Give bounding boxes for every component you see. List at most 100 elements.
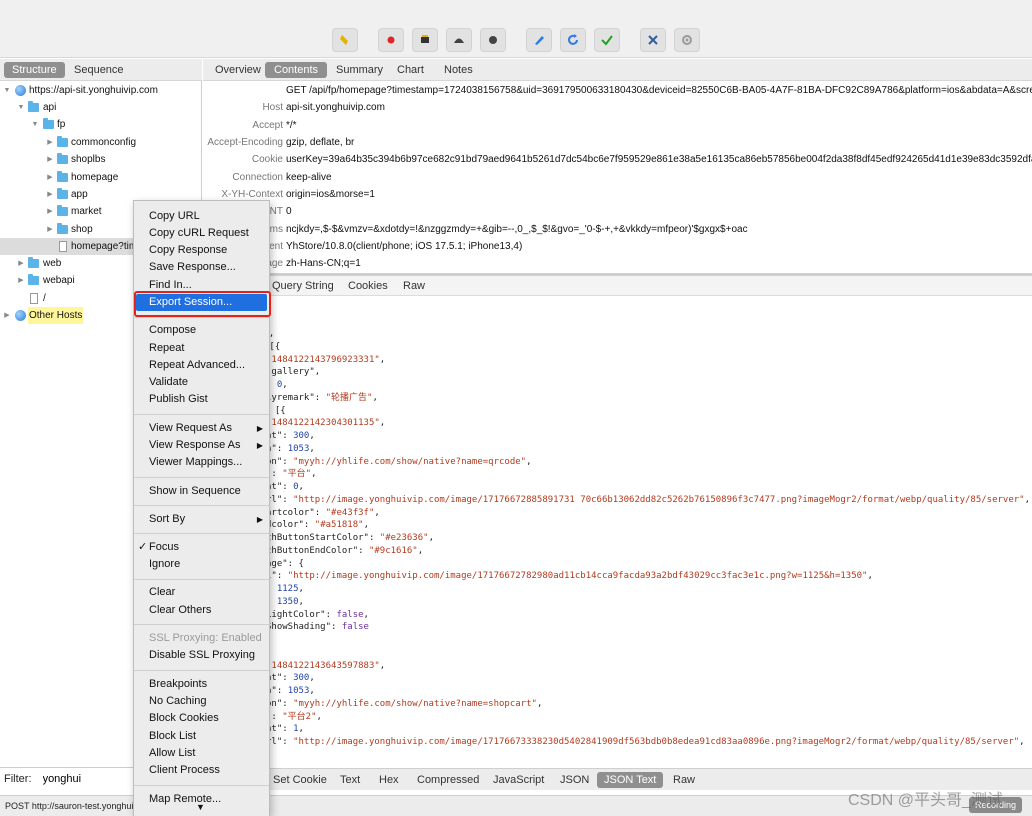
menu-disable-ssl-proxying[interactable]: Disable SSL Proxying — [134, 647, 269, 664]
menu-breakpoints[interactable]: Breakpoints — [134, 676, 269, 693]
header-row[interactable]: ent YhStore/10.8.0(client/phone; iOS 17.5… — [203, 238, 1032, 255]
menu-block-list[interactable]: Block List — [134, 728, 269, 745]
menu-sort-by[interactable]: Sort By ▶ — [134, 511, 269, 528]
json-line: lyremark": "轮播广告", — [266, 392, 378, 403]
menu-copy-url[interactable]: Copy URL — [134, 208, 269, 225]
tab-query-string[interactable]: Query String — [266, 278, 340, 294]
checkmark-icon: ✓ — [138, 541, 148, 553]
menu-validate[interactable]: Validate — [134, 374, 269, 391]
disclosure-open-icon[interactable]: ▼ — [3, 82, 11, 99]
header-value: */* — [286, 120, 297, 131]
tab-javascript[interactable]: JavaScript — [486, 772, 551, 788]
compose-icon[interactable] — [526, 28, 552, 52]
document-icon — [59, 241, 67, 252]
repeat-icon[interactable] — [560, 28, 586, 52]
breakpoint-icon[interactable] — [446, 28, 472, 52]
header-row[interactable]: Accept */* — [203, 117, 1032, 134]
disclosure-open-icon[interactable]: ▼ — [17, 99, 25, 116]
tab-text[interactable]: Text — [333, 772, 367, 788]
tree-row-homepage[interactable]: ▶ homepage — [0, 169, 202, 186]
menu-separator — [134, 533, 269, 534]
header-row[interactable]: NT 0 — [203, 203, 1032, 220]
tree-row-commonconfig[interactable]: ▶ commonconfig — [0, 134, 202, 151]
tab-chart[interactable]: Chart — [388, 62, 433, 78]
disclosure-closed-icon[interactable]: ▶ — [46, 134, 54, 151]
menu-allow-list[interactable]: Allow List — [134, 745, 269, 762]
disclosure-closed-icon[interactable]: ▶ — [46, 151, 54, 168]
request-line: GET /api/fp/homepage?timestamp=172403815… — [286, 85, 1032, 96]
menu-block-cookies[interactable]: Block Cookies — [134, 710, 269, 727]
tab-raw-response[interactable]: Raw — [666, 772, 702, 788]
broom-icon[interactable] — [332, 28, 358, 52]
record-icon[interactable] — [378, 28, 404, 52]
header-row[interactable]: ms ncjkdy=,$-$&vmzv=&xdotdy=!&nzggzmdy=+&… — [203, 221, 1032, 238]
disclosure-closed-icon[interactable]: ▶ — [46, 221, 54, 238]
header-row[interactable]: age zh-Hans-CN;q=1 — [203, 255, 1032, 272]
tree-row-shoplbs[interactable]: ▶ shoplbs — [0, 151, 202, 168]
disclosure-closed-icon[interactable]: ▶ — [46, 203, 54, 220]
tab-overview[interactable]: Overview — [206, 62, 270, 78]
menu-viewer-mappings[interactable]: Viewer Mappings... — [134, 454, 269, 471]
tab-set-cookie[interactable]: Set Cookie — [266, 772, 334, 788]
menu-clear-others[interactable]: Clear Others — [134, 602, 269, 619]
tab-json-text[interactable]: JSON Text — [597, 772, 664, 788]
disclosure-closed-icon[interactable]: ▶ — [46, 169, 54, 186]
tree-row-fp[interactable]: ▼ fp — [0, 116, 202, 133]
header-key: Host — [262, 102, 283, 113]
menu-repeat-advanced[interactable]: Repeat Advanced... — [134, 357, 269, 374]
header-row[interactable]: Host api-sit.yonghuivip.com — [203, 99, 1032, 116]
folder-icon — [57, 171, 68, 182]
menu-copy-response[interactable]: Copy Response — [134, 242, 269, 259]
tab-compressed[interactable]: Compressed — [410, 772, 486, 788]
header-row[interactable]: GET /api/fp/homepage?timestamp=172403815… — [203, 82, 1032, 99]
menu-clear[interactable]: Clear — [134, 584, 269, 601]
header-row[interactable]: Connection keep-alive — [203, 169, 1032, 186]
tools-icon[interactable] — [640, 28, 666, 52]
menu-compose[interactable]: Compose — [134, 322, 269, 339]
disclosure-closed-icon[interactable]: ▶ — [17, 255, 25, 272]
tab-summary[interactable]: Summary — [327, 62, 392, 78]
menu-save-response[interactable]: Save Response... — [134, 259, 269, 276]
json-line: chButtonEndColor": "#9c1616", — [266, 545, 424, 556]
menu-copy-curl[interactable]: Copy cURL Request — [134, 225, 269, 242]
json-response-view[interactable]: "", [{"1484122143796923331","gallery",: … — [203, 297, 1032, 767]
menu-scroll-down-icon[interactable]: ▼ — [196, 802, 205, 812]
folder-icon — [57, 205, 68, 216]
throttle-icon[interactable] — [412, 28, 438, 52]
tree-row-api[interactable]: ▼ api — [0, 99, 202, 116]
tab-raw[interactable]: Raw — [397, 278, 431, 294]
header-row[interactable]: X-YH-Context origin=ios&morse=1 — [203, 186, 1032, 203]
stop-icon[interactable] — [480, 28, 506, 52]
menu-publish-gist[interactable]: Publish Gist — [134, 391, 269, 408]
json-line: "1484122142304301135", — [266, 418, 386, 429]
tab-notes[interactable]: Notes — [435, 62, 482, 78]
menu-no-caching[interactable]: No Caching — [134, 693, 269, 710]
validate-icon[interactable] — [594, 28, 620, 52]
tab-structure[interactable]: Structure — [4, 62, 65, 78]
header-row[interactable]: Accept-Encoding gzip, deflate, br — [203, 134, 1032, 151]
disclosure-closed-icon[interactable]: ▶ — [3, 307, 11, 324]
header-row[interactable]: Cookie userKey=39a64b35c394b6b97ce682c91b… — [203, 151, 1032, 168]
json-line: ": "平台", — [266, 469, 317, 480]
menu-separator — [134, 785, 269, 786]
tab-sequence[interactable]: Sequence — [66, 62, 132, 78]
tab-json[interactable]: JSON — [553, 772, 596, 788]
menu-view-request-as[interactable]: View Request As ▶ — [134, 420, 269, 437]
tree-row-host[interactable]: ▼ https://api-sit.yonghuivip.com — [0, 82, 202, 99]
settings-icon[interactable] — [674, 28, 700, 52]
disclosure-open-icon[interactable]: ▼ — [31, 116, 39, 133]
json-line: ShowShading": false — [266, 622, 369, 633]
menu-show-in-sequence[interactable]: Show in Sequence — [134, 483, 269, 500]
tab-cookies[interactable]: Cookies — [342, 278, 394, 294]
menu-repeat[interactable]: Repeat — [134, 340, 269, 357]
json-line: LightColor": false, — [266, 609, 369, 620]
menu-client-process[interactable]: Client Process — [134, 762, 269, 779]
menu-ignore[interactable]: Ignore — [134, 556, 269, 573]
tab-hex[interactable]: Hex — [372, 772, 406, 788]
globe-icon — [15, 85, 26, 96]
tab-contents[interactable]: Contents — [265, 62, 328, 78]
menu-focus[interactable]: ✓ Focus — [134, 539, 269, 556]
disclosure-closed-icon[interactable]: ▶ — [17, 272, 25, 289]
disclosure-closed-icon[interactable]: ▶ — [46, 186, 54, 203]
menu-view-response-as[interactable]: View Response As ▶ — [134, 437, 269, 454]
